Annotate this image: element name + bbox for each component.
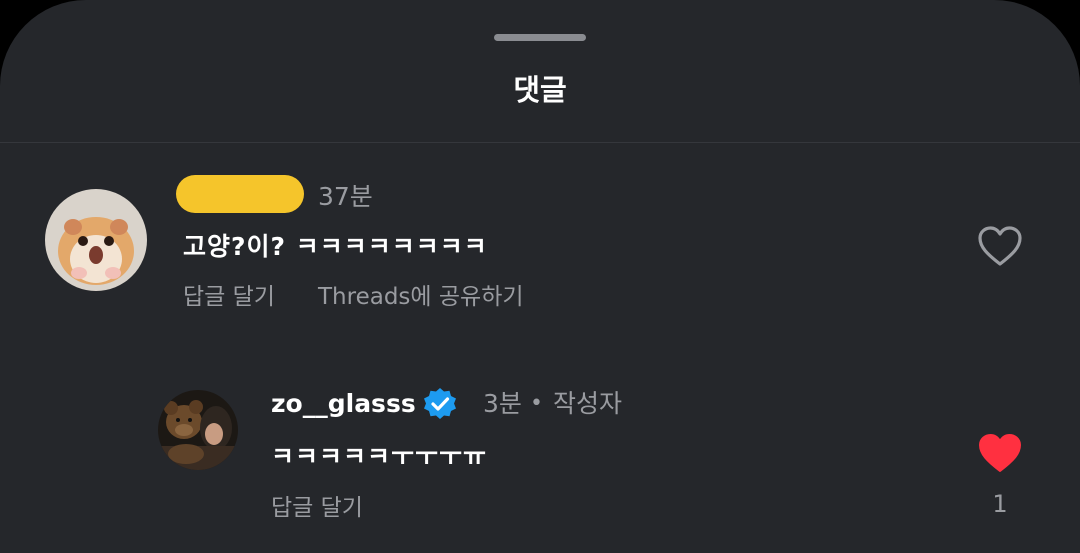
share-to-threads-button[interactable]: Threads에 공유하기	[318, 283, 524, 311]
heart-outline-icon[interactable]	[977, 225, 1023, 271]
hamster-avatar[interactable]	[45, 189, 147, 291]
author-label: 작성자	[553, 389, 623, 418]
comment-time: 37분	[318, 182, 373, 211]
profile-photo-avatar[interactable]	[158, 390, 238, 470]
like-count: 1	[992, 490, 1008, 518]
header-divider	[0, 142, 1080, 143]
redacted-username	[176, 175, 304, 213]
heart-filled-icon[interactable]	[977, 432, 1023, 478]
sheet-title: 댓글	[513, 73, 567, 107]
comments-sheet: 댓글 37분 고양?이? ㅋㅋㅋㅋㅋㅋㅋㅋ 답글 달기 Threads에 공유하…	[0, 0, 1080, 553]
reply-time: 3분	[483, 389, 522, 418]
reply-text: ㅋㅋㅋㅋㅋㅜㅜㅜㅠ	[271, 442, 488, 471]
drag-handle[interactable]	[494, 34, 586, 41]
comment-text: 고양?이? ㅋㅋㅋㅋㅋㅋㅋㅋ	[183, 232, 488, 261]
reply-button[interactable]: 답글 달기	[271, 494, 363, 522]
reply-button[interactable]: 답글 달기	[183, 283, 275, 311]
verified-badge-icon	[422, 386, 458, 426]
meta-separator: •	[530, 391, 543, 416]
reply-username[interactable]: zo__glasss	[271, 389, 416, 419]
